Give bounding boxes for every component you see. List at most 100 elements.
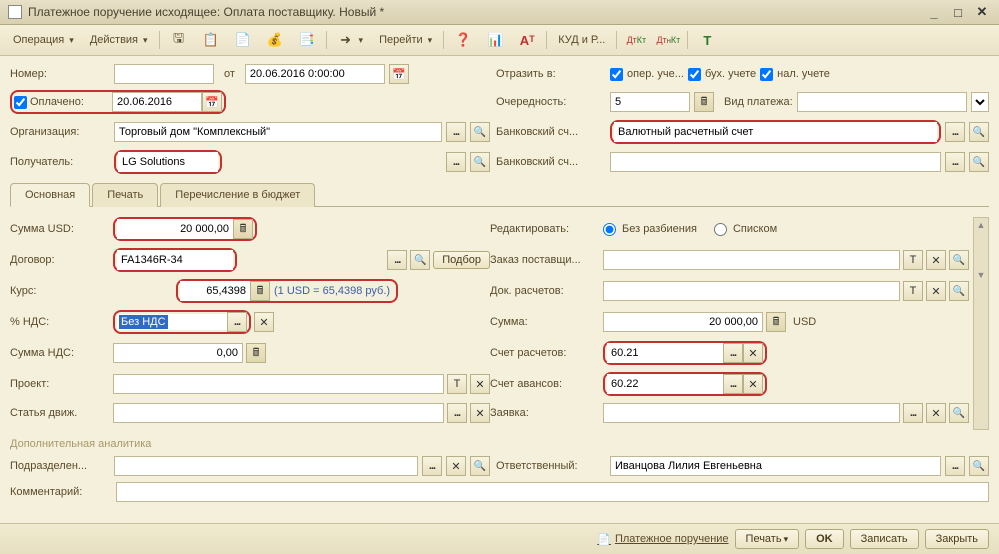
sum-usd-calc-button[interactable]: 🖩 (233, 219, 253, 239)
tab-print[interactable]: Печать (92, 183, 158, 207)
acc-settle-ellipsis-button[interactable] (723, 343, 743, 363)
vat-pct-x-button[interactable]: ✕ (254, 312, 274, 332)
recipient-search-button[interactable] (470, 152, 490, 172)
project-x-button[interactable]: ✕ (470, 374, 490, 394)
comment-input[interactable] (116, 482, 989, 502)
responsible-input[interactable] (610, 456, 941, 476)
bank2-input[interactable] (610, 152, 941, 172)
tb-icon-5[interactable]: 📑 (292, 28, 322, 52)
org-ellipsis-button[interactable] (446, 122, 466, 142)
tb-nav-icon[interactable]: ➜ (331, 28, 371, 52)
project-t-button[interactable]: T (447, 374, 467, 394)
actions-menu[interactable]: Действия (83, 30, 155, 50)
acc-advance-input[interactable] (607, 374, 723, 394)
bank1-search-button[interactable] (969, 122, 989, 142)
print-button[interactable]: Печать (735, 529, 800, 549)
vat-pct-input[interactable]: Без НДС (119, 315, 168, 329)
org-search-button[interactable] (470, 122, 490, 142)
request-input[interactable] (603, 403, 900, 423)
close-button[interactable]: Закрыть (925, 529, 989, 549)
operation-menu[interactable]: Операция (6, 30, 81, 50)
rate-calc-button[interactable]: 🖩 (250, 281, 270, 301)
subdiv-x-button[interactable]: ✕ (446, 456, 466, 476)
kudir-button[interactable]: КУД и Р... (551, 30, 612, 50)
sum-usd-input[interactable] (117, 219, 233, 239)
minimize-button[interactable]: _ (925, 4, 943, 20)
priority-input[interactable] (610, 92, 690, 112)
help-icon[interactable]: ❓ (448, 28, 478, 52)
save-button[interactable]: Записать (850, 529, 919, 549)
request-search-button[interactable] (949, 403, 969, 423)
tab-budget[interactable]: Перечисление в бюджет (160, 183, 315, 207)
sum-calc-button[interactable]: 🖩 (766, 312, 786, 332)
contract-input[interactable] (117, 250, 233, 270)
date-calendar-button[interactable]: 📅 (389, 64, 409, 84)
tb-icon-2[interactable]: 📋 (196, 28, 226, 52)
payment-type-select[interactable] (971, 92, 989, 112)
recipient-input[interactable] (118, 152, 218, 172)
maximize-button[interactable]: □ (949, 4, 967, 20)
bank1-input[interactable] (614, 122, 937, 142)
docr-x-button[interactable]: ✕ (926, 281, 946, 301)
date-from-input[interactable] (245, 64, 385, 84)
dt-kt-icon[interactable]: ДтКт (621, 28, 651, 52)
tb-icon-6[interactable]: 📊 (480, 28, 510, 52)
docr-input[interactable] (603, 281, 900, 301)
edit-list-radio[interactable] (714, 223, 727, 236)
paid-date-input[interactable] (112, 92, 202, 112)
number-input[interactable] (114, 64, 214, 84)
docr-search-button[interactable] (949, 281, 969, 301)
acc-advance-ellipsis-button[interactable] (723, 374, 743, 394)
contract-ellipsis-button[interactable] (387, 250, 407, 270)
order-search-button[interactable] (949, 250, 969, 270)
recipient-ellipsis-button[interactable] (446, 152, 466, 172)
reflect-buh-checkbox[interactable] (688, 68, 701, 81)
vat-sum-input[interactable] (113, 343, 243, 363)
bank2-ellipsis-button[interactable] (945, 152, 965, 172)
select-contract-button[interactable]: Подбор (433, 251, 490, 269)
tb-icon-3[interactable]: 📄 (228, 28, 258, 52)
goto-menu[interactable]: Перейти (372, 30, 439, 50)
responsible-ellipsis-button[interactable] (945, 456, 965, 476)
payment-type-input[interactable] (797, 92, 967, 112)
paid-checkbox[interactable] (14, 96, 27, 109)
subdiv-input[interactable] (114, 456, 418, 476)
reflect-nal-checkbox[interactable] (760, 68, 773, 81)
tb-icon-7[interactable]: Aᵀ (512, 28, 542, 52)
docr-t-button[interactable]: T (903, 281, 923, 301)
responsible-search-button[interactable] (969, 456, 989, 476)
close-button[interactable]: ✕ (973, 4, 991, 20)
acc-settle-x-button[interactable]: ✕ (743, 343, 763, 363)
tab-main[interactable]: Основная (10, 183, 90, 207)
subdiv-search-button[interactable] (470, 456, 490, 476)
request-x-button[interactable]: ✕ (926, 403, 946, 423)
project-input[interactable] (113, 374, 444, 394)
org-input[interactable] (114, 122, 442, 142)
scroll-down-icon[interactable]: ▼ (977, 270, 986, 280)
article-x-button[interactable]: ✕ (470, 403, 490, 423)
article-input[interactable] (113, 403, 444, 423)
order-x-button[interactable]: ✕ (926, 250, 946, 270)
paid-calendar-button[interactable]: 📅 (202, 92, 222, 112)
reflect-oper-checkbox[interactable] (610, 68, 623, 81)
dt-kt-n-icon[interactable]: ДтнКт (653, 28, 683, 52)
tb-icon-1[interactable]: 🖫 (164, 28, 194, 52)
sum-input[interactable] (603, 312, 763, 332)
scroll-up-icon[interactable]: ▲ (977, 220, 986, 230)
bank2-search-button[interactable] (969, 152, 989, 172)
request-ellipsis-button[interactable] (903, 403, 923, 423)
order-t-button[interactable]: T (903, 250, 923, 270)
subdiv-ellipsis-button[interactable] (422, 456, 442, 476)
vat-pct-ellipsis-button[interactable] (227, 312, 247, 332)
tb-icon-4[interactable]: 💰 (260, 28, 290, 52)
acc-settle-input[interactable] (607, 343, 723, 363)
contract-search-button[interactable] (410, 250, 430, 270)
vat-sum-calc-button[interactable]: 🖩 (246, 343, 266, 363)
edit-no-split-radio[interactable] (603, 223, 616, 236)
rate-input[interactable] (180, 281, 250, 301)
payment-order-link[interactable]: 📄 Платежное поручение (597, 533, 728, 546)
article-ellipsis-button[interactable] (447, 403, 467, 423)
tb-t-icon[interactable]: T (692, 28, 722, 52)
acc-advance-x-button[interactable]: ✕ (743, 374, 763, 394)
priority-calc-button[interactable]: 🖩 (694, 92, 714, 112)
